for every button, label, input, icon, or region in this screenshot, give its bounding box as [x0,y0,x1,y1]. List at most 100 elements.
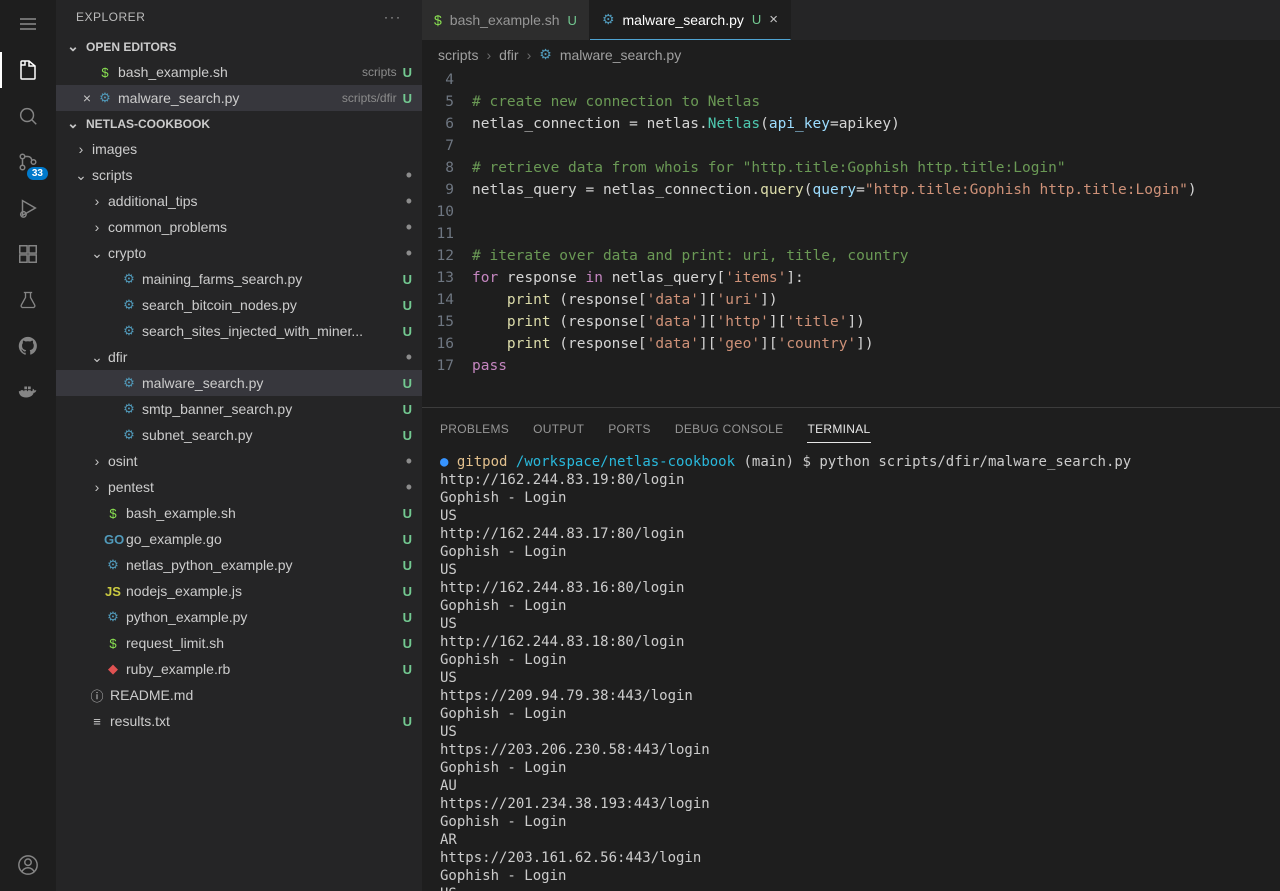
file-item[interactable]: $ request_limit.sh U [56,630,422,656]
item-label: dfir [108,349,400,365]
open-editors-header[interactable]: ⌄ OPEN EDITORS [56,34,422,59]
item-label: images [92,141,412,157]
folder-item[interactable]: ⌄ scripts • [56,162,422,188]
file-item[interactable]: JS nodejs_example.js U [56,578,422,604]
git-status: U [403,91,412,106]
file-icon: $ [104,506,122,521]
file-item[interactable]: ≡ results.txt U [56,708,422,734]
file-icon: ⚙ [96,90,114,106]
item-label: search_bitcoin_nodes.py [142,297,397,313]
debug-icon[interactable] [14,194,42,222]
item-label: search_sites_injected_with_miner... [142,323,397,339]
item-label: pentest [108,479,400,495]
file-icon: ◆ [104,661,122,677]
file-icon: ⚙ [120,323,138,339]
explorer-header: EXPLORER ··· [56,0,422,34]
chevron-down-icon: ⌄ [66,38,80,55]
breadcrumb-segment[interactable]: scripts [438,47,478,63]
breadcrumb[interactable]: scripts›dfir›⚙malware_search.py [422,40,1280,69]
git-status: U [403,428,412,443]
git-status: U [568,13,577,28]
open-editor-item[interactable]: × ⚙ malware_search.py scripts/dfir U [56,85,422,111]
more-icon[interactable]: ··· [384,10,402,24]
chevron-icon: ⌄ [74,167,88,184]
file-item[interactable]: ⚙ malware_search.py U [56,370,422,396]
item-label: python_example.py [126,609,397,625]
file-item[interactable]: ⚙ subnet_search.py U [56,422,422,448]
folder-item[interactable]: › common_problems • [56,214,422,240]
close-icon[interactable]: × [78,90,96,106]
panel-tab-ports[interactable]: PORTS [608,416,651,443]
file-item[interactable]: GO go_example.go U [56,526,422,552]
editor-tab[interactable]: $ bash_example.sh U [422,0,590,40]
close-icon[interactable]: × [769,11,778,28]
github-icon[interactable] [14,332,42,360]
file-icon: ⓘ [88,686,106,705]
file-item[interactable]: ⚙ search_bitcoin_nodes.py U [56,292,422,318]
git-status: U [403,376,412,391]
source-control-icon[interactable]: 33 [14,148,42,176]
folder-item[interactable]: › pentest • [56,474,422,500]
terminal-content[interactable]: ● gitpod /workspace/netlas-cookbook (mai… [422,443,1280,891]
file-icon: $ [104,636,122,651]
docker-icon[interactable] [14,378,42,406]
panel-tab-problems[interactable]: PROBLEMS [440,416,509,443]
explorer-title: EXPLORER [76,10,145,24]
file-icon: ⚙ [120,427,138,443]
file-item[interactable]: ⚙ python_example.py U [56,604,422,630]
item-label: malware_search.py [142,375,397,391]
file-item[interactable]: ◆ ruby_example.rb U [56,656,422,682]
open-editors-label: OPEN EDITORS [86,40,176,54]
folder-item[interactable]: › osint • [56,448,422,474]
code-content[interactable]: # create new connection to Netlasnetlas_… [472,69,1280,407]
file-icon: ≡ [88,714,106,729]
panel-tabs: PROBLEMS OUTPUT PORTS DEBUG CONSOLE TERMINAL [422,408,1280,443]
git-status: U [403,558,412,573]
folder-item[interactable]: › images [56,136,422,162]
editor-tab[interactable]: ⚙ malware_search.py U × [590,0,791,40]
tab-label: malware_search.py [623,12,744,28]
bottom-panel: PROBLEMS OUTPUT PORTS DEBUG CONSOLE TERMINAL… [422,407,1280,891]
git-status: U [403,272,412,287]
file-icon: JS [104,584,122,599]
menu-icon[interactable] [14,10,42,38]
workspace-header[interactable]: ⌄ NETLAS-COOKBOOK [56,111,422,136]
file-icon: ⚙ [120,297,138,313]
chevron-icon: ⌄ [90,349,104,366]
git-status: U [403,402,412,417]
file-icon: ⚙ [120,375,138,391]
explorer-sidebar: EXPLORER ··· ⌄ OPEN EDITORS $ bash_examp… [56,0,422,891]
folder-item[interactable]: ⌄ crypto • [56,240,422,266]
file-item[interactable]: ⚙ maining_farms_search.py U [56,266,422,292]
breadcrumb-segment[interactable]: malware_search.py [560,47,681,63]
open-editor-item[interactable]: $ bash_example.sh scripts U [56,59,422,85]
file-item[interactable]: ⚙ search_sites_injected_with_miner... U [56,318,422,344]
file-item[interactable]: ⚙ netlas_python_example.py U [56,552,422,578]
search-icon[interactable] [14,102,42,130]
chevron-icon: › [90,219,104,235]
file-label: malware_search.py [118,90,336,106]
git-status: U [403,532,412,547]
panel-tab-terminal[interactable]: TERMINAL [807,416,870,443]
item-label: maining_farms_search.py [142,271,397,287]
panel-tab-debug-console[interactable]: DEBUG CONSOLE [675,416,784,443]
account-icon[interactable] [14,851,42,879]
explorer-icon[interactable] [14,56,42,84]
code-editor[interactable]: 4567891011121314151617 # create new conn… [422,69,1280,407]
line-gutter: 4567891011121314151617 [422,69,472,407]
file-item[interactable]: ⓘ README.md [56,682,422,708]
file-item[interactable]: $ bash_example.sh U [56,500,422,526]
breadcrumb-segment[interactable]: dfir [499,47,518,63]
extensions-icon[interactable] [14,240,42,268]
item-label: request_limit.sh [126,635,397,651]
file-item[interactable]: ⚙ smtp_banner_search.py U [56,396,422,422]
editor-tabs: $ bash_example.sh U ⚙ malware_search.py … [422,0,1280,40]
panel-tab-output[interactable]: OUTPUT [533,416,584,443]
item-label: osint [108,453,400,469]
folder-item[interactable]: ⌄ dfir • [56,344,422,370]
folder-item[interactable]: › additional_tips • [56,188,422,214]
beaker-icon[interactable] [14,286,42,314]
file-icon: ⚙ [539,46,552,63]
open-editors-list: $ bash_example.sh scripts U × ⚙ malware_… [56,59,422,111]
tab-label: bash_example.sh [450,12,560,28]
